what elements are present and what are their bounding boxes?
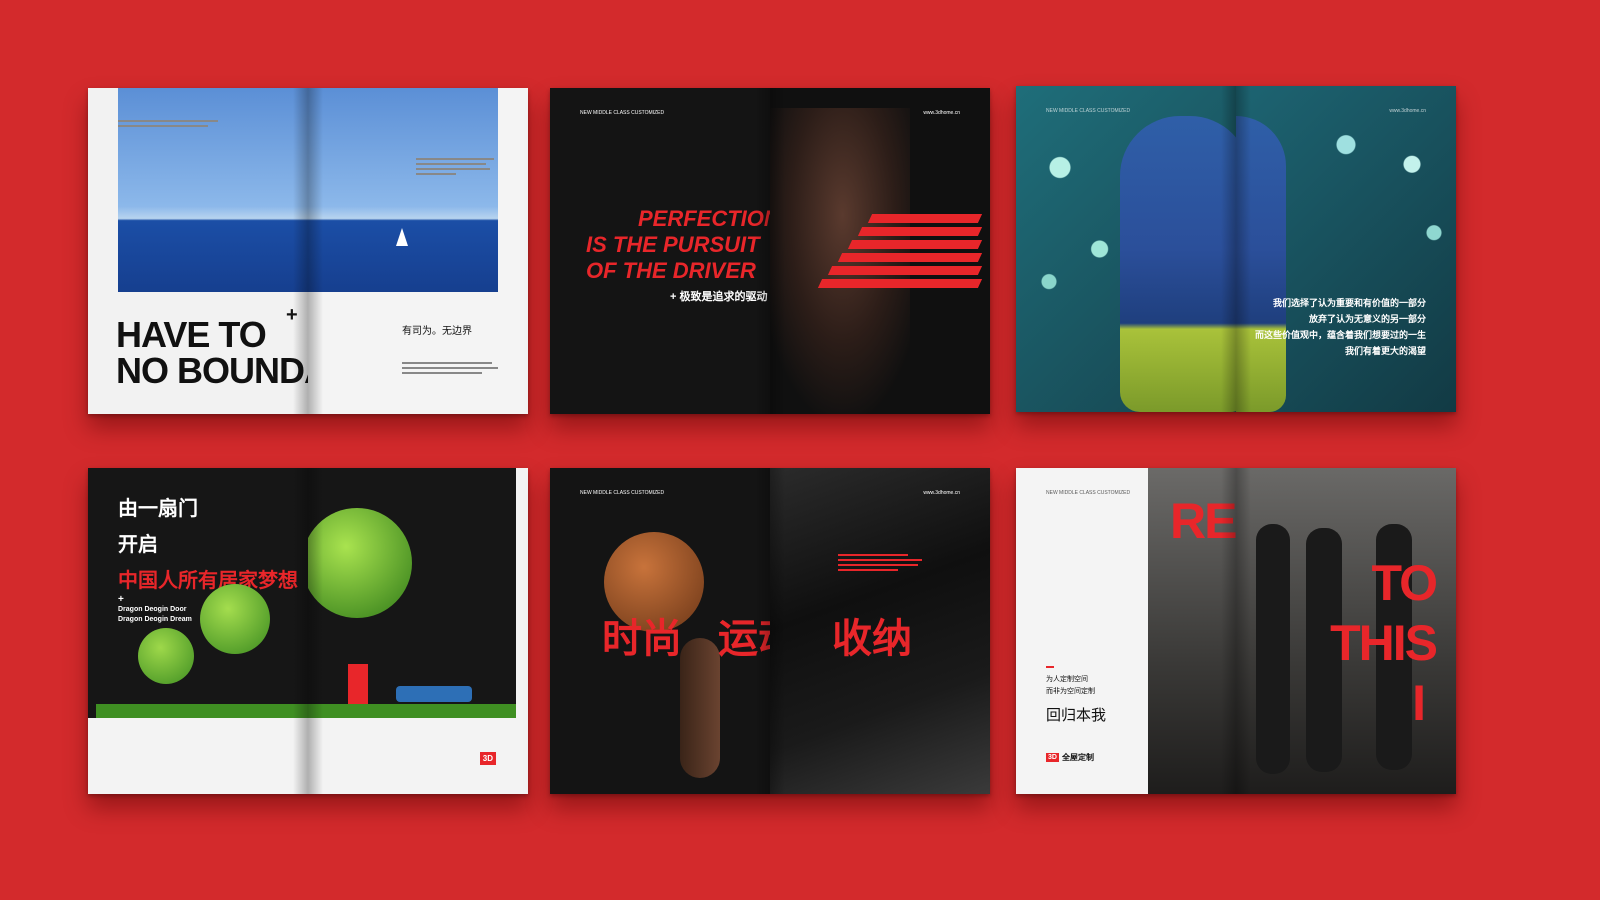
small-line1: 为人定制空间	[1046, 676, 1088, 683]
left-page: NEW MIDDLE CLASS CUSTOMIZED 时尚 运动	[550, 468, 770, 794]
header-right: www.3dhome.cn	[1389, 108, 1426, 114]
headline-line3: THIS	[1330, 615, 1438, 671]
intro-text	[118, 120, 228, 130]
woman-face	[1120, 116, 1236, 412]
body-text	[416, 158, 494, 178]
text-line3: 而这些价值观中，蕴含着我们想要过的一生	[1254, 330, 1426, 340]
headline-line2: NO BOUNDARY	[116, 350, 308, 391]
headline-line2: IS THE PURSUIT	[586, 232, 760, 257]
headline-line4: I	[1412, 675, 1426, 731]
player-arm	[680, 638, 720, 778]
brand-logo: 3D	[479, 752, 496, 765]
magazine-have-to-no-boundary: HAVE TO + NO BOUNDARY 有司为。无边界	[88, 88, 528, 414]
sea-photo-right	[308, 88, 498, 292]
left-page: 由一扇门 开启 中国人所有居家梦想 + Dragon Deogin Door D…	[88, 468, 308, 794]
left-page: NEW MIDDLE CLASS CUSTOMIZED	[1016, 86, 1236, 412]
word-sport: 运动	[718, 617, 770, 661]
logo-mark: 3D	[1046, 753, 1059, 762]
sailboat-icon	[396, 228, 408, 246]
red-text-block	[838, 554, 928, 574]
magazine-fashion-sport: NEW MIDDLE CLASS CUSTOMIZED 时尚 运动 www.3d…	[550, 468, 990, 794]
sea-photo	[118, 88, 308, 292]
headline-line1: RETURN	[1170, 493, 1236, 549]
grass	[308, 704, 516, 718]
right-page: www.3dhome.cn 我们选择了认为重要和有价值的一部分 放弃了认为无意义…	[1236, 86, 1456, 412]
sub-line1: Dragon Deogin Door	[118, 606, 187, 613]
magazine-perfection: NEW MIDDLE CLASS CUSTOMIZED PERFECTION I…	[550, 88, 990, 414]
tree-icon	[138, 628, 194, 684]
title-line2: 开启	[118, 534, 158, 556]
red-dash	[1046, 666, 1054, 668]
sub-line2: Dragon Deogin Dream	[118, 616, 192, 623]
left-page: NEW MIDDLE CLASS CUSTOMIZED 为人定制空间 而非为空间…	[1016, 468, 1236, 794]
text-line4: 我们有着更大的渴望	[1344, 346, 1426, 356]
subline: + 极致是追求的驱动	[670, 291, 768, 303]
tagline: 有司为。无边界	[402, 326, 472, 337]
headline-line1: PERFECTION	[638, 206, 770, 231]
header-left: NEW MIDDLE CLASS CUSTOMIZED	[580, 110, 665, 116]
logo-text: 全屋定制	[1061, 753, 1094, 762]
headline-line2: TO	[1371, 555, 1438, 611]
right-page: TO THIS I	[1236, 468, 1456, 794]
header-left: NEW MIDDLE CLASS CUSTOMIZED	[580, 490, 665, 496]
right-page: www.3dhome.cn 收纳	[770, 468, 990, 794]
magazine-portrait: NEW MIDDLE CLASS CUSTOMIZED www.3dhome.c…	[1016, 86, 1456, 412]
word-storage: 收纳	[832, 617, 912, 661]
title-line1: 由一扇门	[118, 498, 198, 520]
sofa-icon	[396, 686, 472, 702]
red-stripes	[810, 214, 983, 292]
magazine-door-dream: 由一扇门 开启 中国人所有居家梦想 + Dragon Deogin Door D…	[88, 468, 528, 794]
plus: +	[118, 594, 124, 605]
left-page: HAVE TO + NO BOUNDARY	[88, 88, 308, 414]
word-fashion: 时尚	[602, 617, 682, 661]
title: 回归本我	[1046, 706, 1107, 724]
headline-line3: OF THE DRIVER	[586, 258, 756, 283]
left-page: NEW MIDDLE CLASS CUSTOMIZED PERFECTION I…	[550, 88, 770, 414]
right-page: 3D	[308, 468, 528, 794]
right-page: www.3dhome.cn	[770, 88, 990, 414]
dancer-figure	[1256, 524, 1290, 774]
headline-plus: +	[286, 304, 298, 326]
brand-logo: 3D 全屋定制	[1046, 752, 1094, 763]
face-right-half	[1236, 116, 1286, 412]
title-line3: 中国人所有居家梦想	[118, 570, 298, 592]
header-right: www.3dhome.cn	[923, 490, 960, 496]
header-left: NEW MIDDLE CLASS CUSTOMIZED	[1046, 490, 1131, 496]
small-line2: 而非为空间定制	[1046, 688, 1095, 695]
header-left: NEW MIDDLE CLASS CUSTOMIZED	[1046, 108, 1131, 114]
grass	[96, 704, 308, 718]
right-page: 有司为。无边界	[308, 88, 528, 414]
header-right: www.3dhome.cn	[923, 110, 960, 116]
text-line2: 放弃了认为无意义的另一部分	[1308, 314, 1426, 324]
magazine-return-to-this-i: NEW MIDDLE CLASS CUSTOMIZED 为人定制空间 而非为空间…	[1016, 468, 1456, 794]
caption-text	[402, 362, 502, 377]
tree-icon	[200, 584, 270, 654]
text-line1: 我们选择了认为重要和有价值的一部分	[1272, 298, 1426, 308]
